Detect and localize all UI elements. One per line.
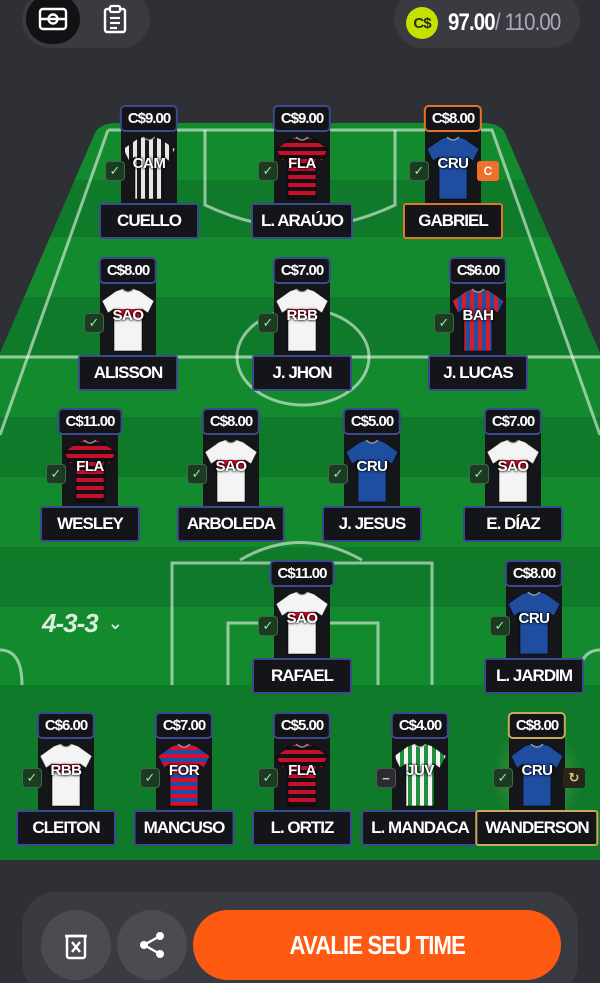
confirmed-status-icon: ✓ (258, 313, 278, 333)
player-price: C$6.00 (36, 712, 96, 739)
player-name: J. JESUS (322, 506, 422, 542)
player-card[interactable]: C$8.00 SAO ✓ ALISSON (76, 257, 180, 397)
player-name: L. ORTIZ (252, 810, 352, 846)
confirmed-status-icon: ✓ (490, 616, 510, 636)
player-name: CUELLO (99, 203, 199, 239)
player-price: C$7.00 (483, 408, 543, 435)
player-price: C$8.00 (98, 257, 158, 284)
player-card[interactable]: C$8.00 CRU ✓ C GABRIEL (401, 105, 505, 245)
player-price: C$11.00 (269, 560, 335, 587)
captain-badge[interactable]: C (477, 161, 499, 181)
confirmed-status-icon: ✓ (105, 161, 125, 181)
player-price: C$7.00 (154, 712, 214, 739)
player-card[interactable]: C$9.00 CAM ✓ CUELLO (97, 105, 201, 245)
confirmed-status-icon: ✓ (328, 464, 348, 484)
player-name: J. LUCAS (428, 355, 528, 391)
luxury-reserve-icon[interactable]: ↻ (563, 768, 585, 788)
budget-indicator: C$ 97.00 / 110.00 (394, 0, 580, 48)
share-button[interactable] (117, 910, 187, 980)
player-name: E. DÍAZ (463, 506, 563, 542)
confirmed-status-icon: ✓ (469, 464, 489, 484)
bench-player-card[interactable]: C$6.00 RBB ✓ CLEITON (14, 712, 118, 852)
bottom-action-bar: AVALIE SEU TIME (22, 892, 578, 983)
player-price: C$8.00 (201, 408, 261, 435)
player-name: J. JHON (252, 355, 352, 391)
confirmed-status-icon: ✓ (140, 768, 160, 788)
player-price: C$7.00 (272, 257, 332, 284)
confirmed-status-icon: ✓ (258, 161, 278, 181)
player-card[interactable]: C$11.00 FLA ✓ WESLEY (38, 408, 142, 548)
bench-player-card[interactable]: C$4.00 JUV − L. MANDACA (361, 712, 479, 852)
currency-coin-icon: C$ (406, 7, 438, 39)
player-card[interactable]: C$8.00 SAO ✓ ARBOLEDA (176, 408, 286, 548)
player-price: C$8.00 (504, 560, 564, 587)
top-bar: C$ 97.00 / 110.00 (0, 0, 600, 60)
view-toggle (22, 0, 150, 48)
player-name: L. JARDIM (484, 658, 584, 694)
player-card[interactable]: C$7.00 RBB ✓ J. JHON (250, 257, 354, 397)
player-card[interactable]: C$11.00 SAO ✓ RAFAEL (250, 560, 354, 700)
player-price: C$6.00 (448, 257, 508, 284)
budget-total: / 110.00 (495, 9, 561, 36)
clipboard-icon (103, 4, 127, 34)
player-price: C$8.00 (507, 712, 567, 739)
confirmed-status-icon: ✓ (493, 768, 513, 788)
player-name: RAFAEL (252, 658, 352, 694)
player-card[interactable]: C$8.00 CRU ✓ L. JARDIM (482, 560, 586, 700)
share-icon (140, 932, 164, 958)
player-name: CLEITON (16, 810, 116, 846)
bench-player-card[interactable]: C$5.00 FLA ✓ L. ORTIZ (250, 712, 354, 852)
confirmed-status-icon: ✓ (84, 313, 104, 333)
player-name: WANDERSON (475, 810, 599, 846)
soccer-field-icon (38, 7, 68, 31)
evaluate-team-label: AVALIE SEU TIME (289, 929, 465, 960)
player-name: WESLEY (40, 506, 140, 542)
list-view-button[interactable] (88, 0, 142, 44)
confirmed-status-icon: ✓ (46, 464, 66, 484)
player-name: MANCUSO (133, 810, 235, 846)
confirmed-status-icon: ✓ (22, 768, 42, 788)
player-price: C$5.00 (272, 712, 332, 739)
player-price: C$8.00 (423, 105, 483, 132)
player-card[interactable]: C$6.00 BAH ✓ J. LUCAS (426, 257, 530, 397)
player-price: C$5.00 (342, 408, 402, 435)
player-price: C$9.00 (119, 105, 179, 132)
confirmed-status-icon: ✓ (434, 313, 454, 333)
player-name: ARBOLEDA (176, 506, 286, 542)
chevron-down-icon: ⌄ (107, 613, 123, 633)
doubt-status-icon: − (376, 768, 396, 788)
player-card[interactable]: C$5.00 CRU ✓ J. JESUS (320, 408, 424, 548)
confirmed-status-icon: ✓ (187, 464, 207, 484)
player-name: L. ARAÚJO (251, 203, 353, 239)
player-card[interactable]: C$9.00 FLA ✓ L. ARAÚJO (250, 105, 354, 245)
player-card[interactable]: C$7.00 SAO ✓ E. DÍAZ (461, 408, 565, 548)
player-name: ALISSON (78, 355, 178, 391)
confirmed-status-icon: ✓ (258, 616, 278, 636)
evaluate-team-button[interactable]: AVALIE SEU TIME (193, 910, 561, 980)
bench-player-card[interactable]: C$8.00 CRU ✓ ↻ WANDERSON (475, 712, 599, 852)
trash-icon (65, 934, 87, 960)
player-name: GABRIEL (403, 203, 503, 239)
confirmed-status-icon: ✓ (258, 768, 278, 788)
formation-label: 4-3-3 (42, 608, 99, 638)
player-price: C$4.00 (390, 712, 450, 739)
field-view-button[interactable] (26, 0, 80, 44)
clear-team-button[interactable] (41, 910, 111, 980)
player-price: C$9.00 (272, 105, 332, 132)
formation-selector[interactable]: 4-3-3 ⌄ (42, 608, 123, 639)
player-price: C$11.00 (57, 408, 123, 435)
budget-used: 97.00 (448, 9, 496, 36)
bench-player-card[interactable]: C$7.00 FOR ✓ MANCUSO (132, 712, 236, 852)
confirmed-status-icon: ✓ (409, 161, 429, 181)
player-name: L. MANDACA (361, 810, 479, 846)
